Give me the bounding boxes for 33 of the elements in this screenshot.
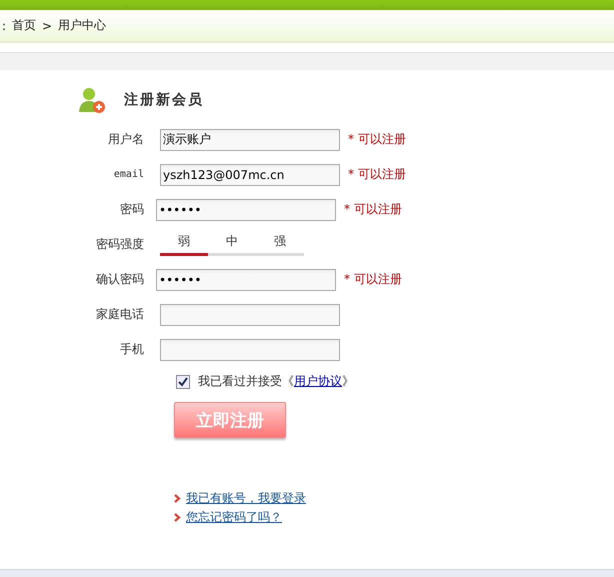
field-label: email bbox=[112, 169, 145, 180]
validation-message: * 可以注册 bbox=[348, 131, 406, 148]
input-field[interactable]: •••••• bbox=[156, 268, 336, 290]
breadcrumb-prefix: : bbox=[2, 18, 6, 32]
field-label: 确认密码 bbox=[95, 271, 145, 288]
agreement-link[interactable]: 用户协议 bbox=[294, 374, 342, 388]
text-link[interactable]: 我已有账号，我要登录 bbox=[186, 490, 306, 507]
input-field[interactable]: yszh123@007mc.cn bbox=[160, 164, 340, 186]
chevron-icon bbox=[174, 494, 181, 503]
agreement-checkbox[interactable] bbox=[176, 374, 190, 388]
breadcrumb-item[interactable]: 用户中心 bbox=[58, 17, 106, 34]
field-label: 用户名 bbox=[107, 131, 145, 148]
chevron-icon bbox=[174, 513, 181, 522]
validation-message: * 可以注册 bbox=[348, 166, 406, 183]
text-link[interactable]: 您忘记密码了吗？ bbox=[186, 509, 282, 526]
agreement-text: 我已看过并接受《用户协议》 bbox=[198, 373, 354, 390]
validation-message: * 可以注册 bbox=[344, 201, 402, 218]
breadcrumb-separator: > bbox=[42, 18, 52, 32]
strength-level: 中 bbox=[225, 233, 239, 250]
input-field[interactable]: 演示账户 bbox=[160, 128, 340, 150]
strength-level: 强 bbox=[273, 233, 287, 250]
field-label: 手机 bbox=[119, 341, 145, 358]
strength-level: 弱 bbox=[160, 233, 208, 256]
field-label: 家庭电话 bbox=[95, 306, 145, 323]
breadcrumb-item[interactable]: 首页 bbox=[12, 17, 36, 34]
form-title: 注册新会员 bbox=[124, 91, 204, 109]
input-field[interactable]: •••••• bbox=[156, 198, 336, 220]
field-label: 密码 bbox=[119, 201, 145, 218]
input-field[interactable] bbox=[160, 304, 340, 326]
input-field[interactable] bbox=[160, 338, 340, 360]
validation-message: * 可以注册 bbox=[344, 271, 402, 288]
field-label: 密码强度 bbox=[95, 236, 145, 253]
user-add-icon bbox=[78, 86, 106, 114]
